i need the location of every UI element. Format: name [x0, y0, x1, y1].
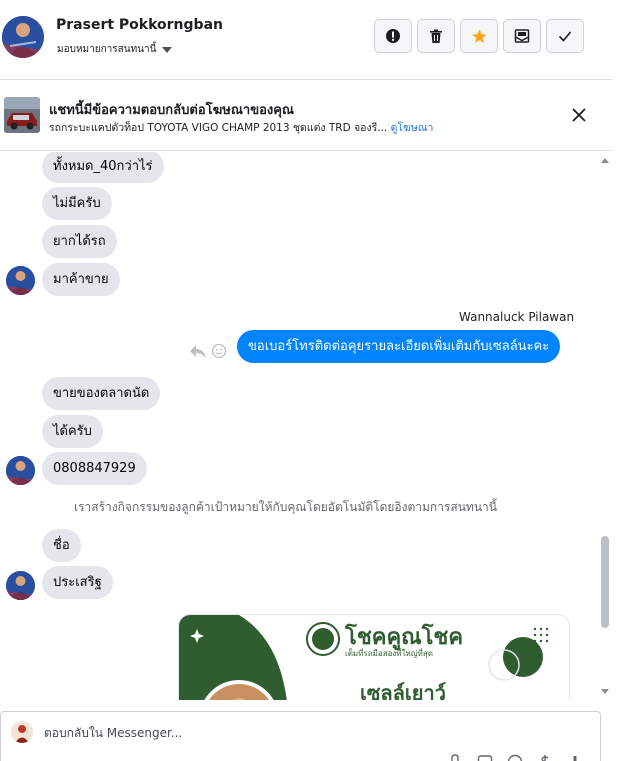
thread-scrollbar[interactable] [598, 152, 612, 700]
exclamation-icon [386, 29, 400, 43]
incoming-message[interactable]: มาค้าขาย [42, 263, 120, 296]
incoming-message[interactable]: ชื่อ [42, 529, 81, 562]
attachment-icon[interactable] [447, 754, 463, 761]
reply-composer [0, 711, 601, 761]
avatar[interactable] [2, 16, 44, 58]
star-icon [471, 28, 487, 43]
mark-spam-button[interactable] [503, 19, 541, 53]
scrollbar-thumb[interactable] [601, 536, 609, 628]
contact-avatar [6, 266, 35, 295]
conversation-header: Prasert Pokkorngban มอบหมายการสนทนานี้ [0, 0, 612, 80]
assign-conversation-dropdown[interactable]: มอบหมายการสนทนานี้ [57, 42, 173, 57]
mark-done-button[interactable] [546, 19, 584, 53]
assign-label: มอบหมายการสนทนานี้ [57, 44, 157, 55]
incoming-message[interactable]: ขายของตลาดนัด [42, 377, 161, 410]
star-button[interactable] [460, 19, 498, 53]
page-avatar [11, 721, 33, 743]
sales-name: เซลล์เยาว์ [360, 681, 446, 700]
delete-button[interactable] [417, 19, 455, 53]
ad-reply-banner: แชทนี้มีข้อความตอบกลับต่อโฆษณาของคุณ รถก… [0, 81, 612, 151]
incoming-message[interactable]: ได้ครับ [42, 415, 103, 448]
report-button[interactable] [374, 19, 412, 53]
emoji-icon[interactable] [507, 754, 523, 761]
more-icon[interactable] [567, 754, 583, 761]
incoming-message[interactable]: ยากได้รถ [42, 225, 117, 258]
message-thread: ทั้งหมด_40กว่าไร่ ไม่มีครับ ยากได้รถ มาค… [0, 152, 598, 700]
emoji-reaction-icon[interactable] [211, 343, 227, 359]
ad-thumbnail[interactable] [4, 97, 40, 133]
ad-description: รถกระบะแคปตัวท็อป TOYOTA VIGO CHAMP 2013… [49, 122, 388, 134]
view-ad-link[interactable]: ดูโฆษณา [391, 122, 434, 134]
brand-tagline: เต็มที่รถมือสองที่ใหญ่ที่สุด [345, 649, 433, 658]
scroll-down-arrow-icon[interactable] [600, 688, 610, 696]
incoming-message[interactable]: ทั้งหมด_40กว่าไร่ [42, 152, 164, 183]
contact-avatar [6, 571, 35, 600]
trash-icon [430, 29, 442, 43]
incoming-message[interactable]: ไม่มีครับ [42, 187, 112, 220]
close-icon[interactable] [570, 106, 588, 124]
sender-name: Wannaluck Pilawan [459, 310, 575, 324]
scroll-up-arrow-icon[interactable] [600, 156, 610, 164]
contact-avatar [6, 456, 35, 485]
spam-envelope-icon [514, 29, 530, 43]
outgoing-message[interactable]: ขอเบอร์โทรติดต่อคุยรายละเอียดเพิ่มเติมกั… [237, 330, 561, 363]
messenger-reply-input[interactable] [44, 726, 444, 740]
contact-name[interactable]: Prasert Pokkorngban [56, 17, 223, 33]
payment-icon[interactable] [537, 754, 553, 761]
shared-image-message[interactable]: โชคคูณโชค เต็มที่รถมือสองที่ใหญ่ที่สุด เ… [178, 614, 570, 700]
incoming-message[interactable]: ประเสริฐ [42, 566, 113, 599]
check-icon [558, 31, 572, 42]
reply-icon[interactable] [189, 343, 207, 359]
composer-toolbar [447, 754, 583, 761]
incoming-message[interactable]: 0808847929 [42, 452, 147, 485]
ad-banner-subtitle: รถกระบะแคปตัวท็อป TOYOTA VIGO CHAMP 2013… [49, 119, 433, 136]
conversation-actions [374, 19, 584, 53]
caret-down-icon [162, 46, 173, 53]
ad-banner-title: แชทนี้มีข้อความตอบกลับต่อโฆษณาของคุณ [49, 103, 294, 118]
photo-icon[interactable] [477, 754, 493, 761]
system-notice: เราสร้างกิจกรรมของลูกค้าเป้าหมายให้กับคุ… [74, 500, 497, 514]
